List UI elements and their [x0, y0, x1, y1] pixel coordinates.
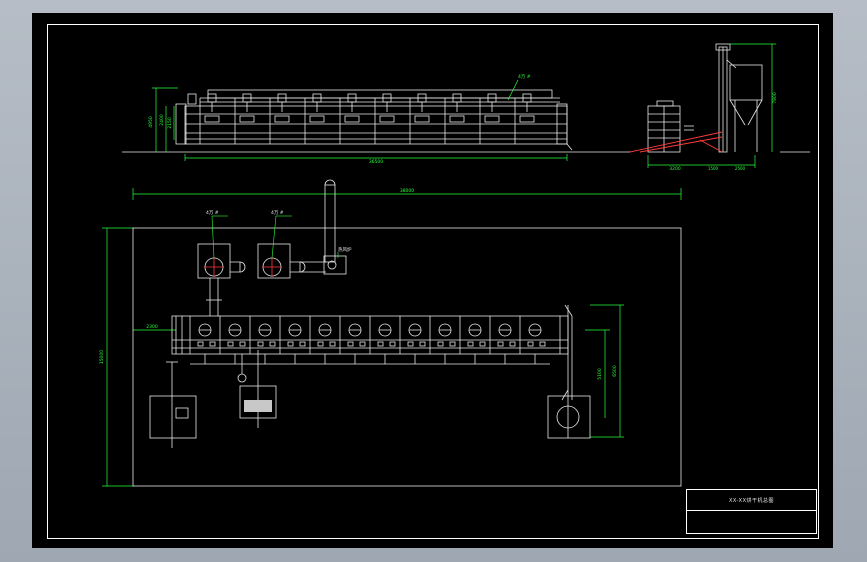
storage-bin: [729, 64, 763, 101]
plan-burner-box: [467, 341, 474, 347]
plan-burner-box: [539, 341, 546, 347]
section-panel: [414, 115, 430, 123]
dryer-sections: [199, 93, 535, 144]
plan-leaders: [211, 215, 339, 259]
section-panel: [484, 115, 500, 123]
plan-burner-box: [269, 341, 276, 347]
plan-burner-box: [317, 341, 324, 347]
plan-burner-box: [509, 341, 516, 347]
dim-height-2: 2150: [167, 117, 173, 129]
dim-plan-width: 15000: [99, 350, 105, 364]
cyclone-right: [547, 395, 591, 439]
dim-elevator-b: 2500: [735, 166, 746, 171]
drawing-title: XX-XX烘干机总图: [728, 497, 774, 504]
section-panel: [309, 115, 325, 123]
plan-burner-box: [407, 341, 414, 347]
hot-air-duct: [324, 184, 336, 263]
title-block: XX-XX烘干机总图: [686, 489, 817, 534]
plan-burner-box: [347, 341, 354, 347]
plan-burner-box: [257, 341, 264, 347]
section-panel: [204, 115, 220, 123]
title-block-header: XX-XX烘干机总图: [687, 490, 816, 511]
plan-view: [132, 179, 682, 487]
dim-plan-right-2: 6500: [612, 365, 618, 377]
dim-feeder-base: 3200: [669, 166, 681, 172]
plan-burner-box: [329, 341, 336, 347]
dim-elevator-height: 7800: [772, 92, 778, 104]
section-panel: [379, 115, 395, 123]
fan-label-1: 4万 #: [206, 210, 219, 216]
plan-burner-box: [209, 341, 216, 347]
elevation-view: [122, 89, 810, 153]
plan-burner-fill: [244, 400, 272, 412]
plan-burner-box: [287, 341, 294, 347]
plan-burner-box: [377, 341, 384, 347]
top-duct: [207, 89, 553, 99]
dim-plan-right-1: 5100: [597, 368, 603, 380]
plan-burner-box: [389, 341, 396, 347]
fan-label-2: 4万 #: [271, 210, 284, 216]
section-panel: [344, 115, 360, 123]
plan-dimensions: [102, 188, 682, 487]
cad-drawing: 36500 4950 2400 2150 4万 # 3200 7800 1500…: [99, 43, 810, 487]
plan-burner-box: [239, 341, 246, 347]
plan-burner-box: [449, 341, 456, 347]
plan-burner-box: [299, 341, 306, 347]
burner-left: [149, 395, 197, 439]
section-panel: [274, 115, 290, 123]
fan-callout-elevation: 4万 #: [518, 74, 531, 80]
fan-unit-2: [257, 243, 291, 279]
dim-elevation-height: 4950: [148, 116, 154, 128]
plan-burner-box: [527, 341, 534, 347]
plan-burner-box: [419, 341, 426, 347]
section-panel: [449, 115, 465, 123]
dim-elevator-a: 1500: [708, 166, 719, 171]
dryer-body: [184, 105, 568, 145]
plan-burner-box: [197, 341, 204, 347]
dim-plan-length: 38000: [400, 188, 414, 194]
dim-elevation-length: 36500: [369, 159, 383, 165]
plan-burner-box: [359, 341, 366, 347]
dim-height-1: 2400: [159, 114, 165, 126]
plan-burner-box: [227, 341, 234, 347]
stove-label: 热风炉: [338, 246, 352, 253]
plan-burner-box: [497, 341, 504, 347]
plan-burner-box: [479, 341, 486, 347]
section-panel: [239, 115, 255, 123]
section-panel: [519, 115, 535, 123]
dim-plan-offset: 2300: [146, 324, 158, 330]
conveyor-incline: [629, 131, 723, 153]
plan-burner-box: [437, 341, 444, 347]
